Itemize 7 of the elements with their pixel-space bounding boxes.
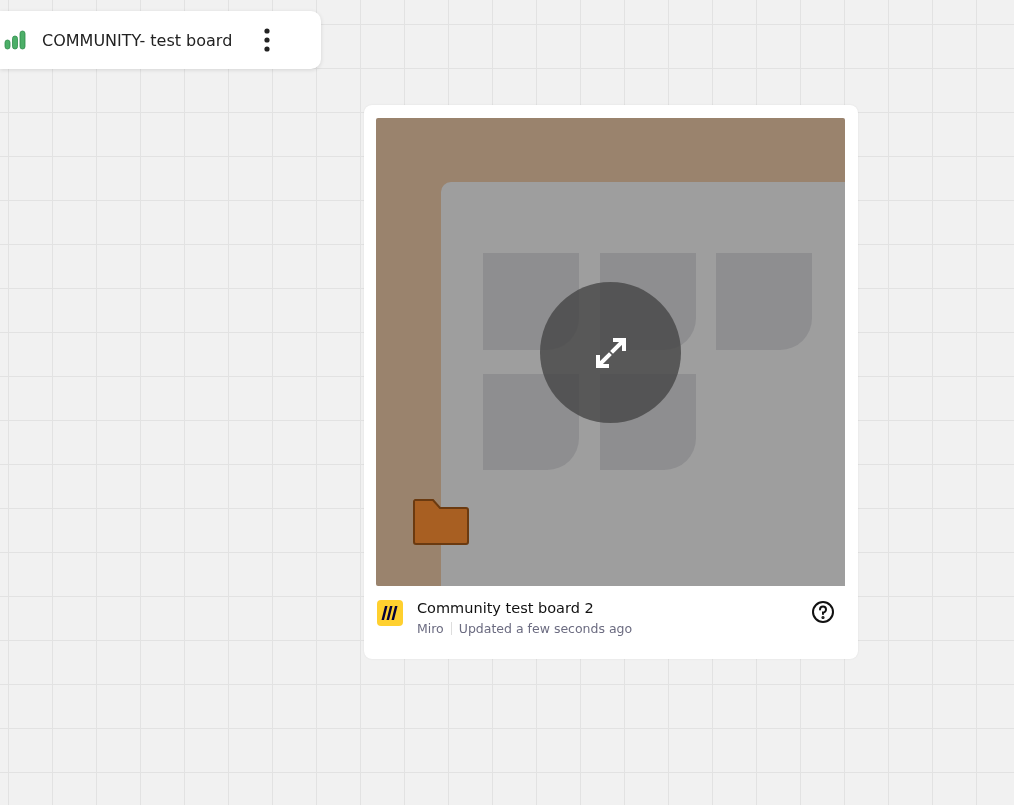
- help-icon[interactable]: [811, 600, 835, 624]
- updated-time: Updated a few seconds ago: [458, 621, 633, 636]
- app-logo-icon: [377, 600, 403, 626]
- board-name: Community test board 2: [417, 600, 595, 616]
- board-title[interactable]: COMMUNITY- test board: [42, 30, 233, 50]
- signal-bars-icon: [4, 30, 26, 50]
- source-label: Miro: [417, 621, 444, 636]
